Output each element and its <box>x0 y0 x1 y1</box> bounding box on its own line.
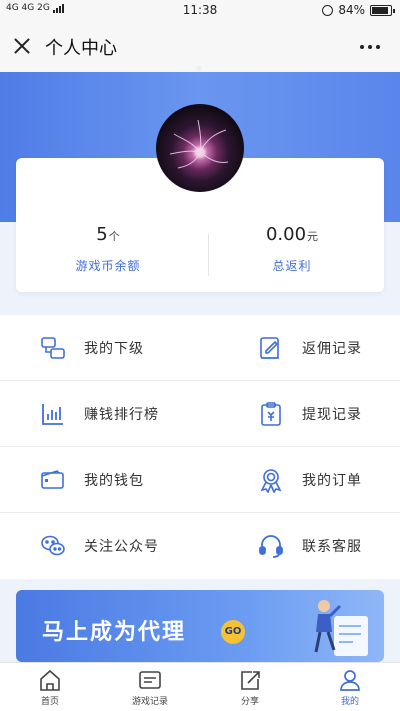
menu-label: 联系客服 <box>302 539 362 555</box>
headset-icon <box>259 535 283 558</box>
stat-label[interactable]: 游戏币余额 <box>16 257 200 274</box>
menu-label: 我的订单 <box>302 473 362 489</box>
order-badge-icon <box>260 469 282 493</box>
avatar[interactable] <box>156 104 244 192</box>
bottom-tab-bar: 首页 游戏记录 分享 我的 <box>0 662 400 711</box>
stat-unit: 个 <box>108 230 120 243</box>
stat-value: 5 <box>96 224 108 245</box>
menu-item-commission-record[interactable]: 返佣记录 <box>258 315 362 381</box>
menu-item-withdraw-record[interactable]: 提现记录 <box>258 381 362 447</box>
menu-item-ranking[interactable]: 赚钱排行榜 <box>40 381 159 447</box>
menu-grid: 我的下级 返佣记录 赚钱排行榜 提现记录 我的钱包 我的订单 关注公众号 联系客… <box>0 315 400 579</box>
battery-percent: 84% <box>338 3 365 17</box>
share-icon <box>241 671 260 690</box>
stat-label[interactable]: 总返利 <box>200 257 384 274</box>
banner-go-badge: GO <box>221 620 245 644</box>
wallet-icon <box>41 470 64 489</box>
agent-figure-illustration <box>314 600 368 656</box>
plasma-ball-image <box>169 119 229 169</box>
menu-row: 我的钱包 我的订单 <box>0 447 400 513</box>
battery-icon <box>370 4 395 16</box>
menu-label: 返佣记录 <box>302 341 362 357</box>
status-right: 84% <box>322 3 395 17</box>
wechat-icon <box>41 535 65 556</box>
tab-label: 首页 <box>40 697 59 707</box>
menu-item-customer-service[interactable]: 联系客服 <box>258 513 362 579</box>
tab-label: 分享 <box>240 697 259 707</box>
stat-value: 0.00 <box>265 224 307 245</box>
menu-label: 我的钱包 <box>84 473 144 489</box>
menu-label: 我的下级 <box>84 341 144 357</box>
withdraw-record-icon <box>261 402 281 426</box>
stat-total-rebate[interactable]: 0.00元 总返利 <box>200 224 384 274</box>
tab-home[interactable]: 首页 <box>0 663 100 711</box>
status-bar: 4G 4G 2G 11:38 84% <box>0 0 400 20</box>
menu-label: 关注公众号 <box>84 539 159 555</box>
close-icon[interactable] <box>10 34 34 58</box>
menu-label: 赚钱排行榜 <box>84 407 159 423</box>
tab-mine[interactable]: 我的 <box>300 663 400 711</box>
menu-row: 我的下级 返佣记录 <box>0 315 400 381</box>
home-icon <box>40 669 60 691</box>
menu-item-subordinates[interactable]: 我的下级 <box>40 315 144 381</box>
tab-label: 我的 <box>340 697 359 707</box>
game-record-icon <box>139 671 161 689</box>
menu-item-orders[interactable]: 我的订单 <box>258 447 362 513</box>
more-options-icon[interactable] <box>360 45 380 49</box>
become-agent-banner[interactable]: 马上成为代理 GO <box>16 590 384 662</box>
menu-row: 关注公众号 联系客服 <box>0 513 400 579</box>
user-icon <box>340 670 360 691</box>
banner-text: 马上成为代理 <box>42 620 187 645</box>
commission-record-icon <box>260 337 279 359</box>
menu-item-follow-account[interactable]: 关注公众号 <box>40 513 159 579</box>
menu-row: 赚钱排行榜 提现记录 <box>0 381 400 447</box>
stat-coin-balance[interactable]: 5个 游戏币余额 <box>16 224 200 274</box>
page-title: 个人中心 <box>45 38 117 59</box>
menu-item-wallet[interactable]: 我的钱包 <box>40 447 144 513</box>
tab-share[interactable]: 分享 <box>200 663 300 711</box>
tab-game-records[interactable]: 游戏记录 <box>100 663 200 711</box>
profile-name: * <box>195 64 205 80</box>
menu-label: 提现记录 <box>302 407 362 423</box>
stat-unit: 元 <box>307 230 319 243</box>
ranking-chart-icon <box>42 404 63 425</box>
tab-label: 游戏记录 <box>131 697 168 707</box>
subordinates-icon <box>41 337 65 359</box>
alarm-icon <box>322 4 334 16</box>
